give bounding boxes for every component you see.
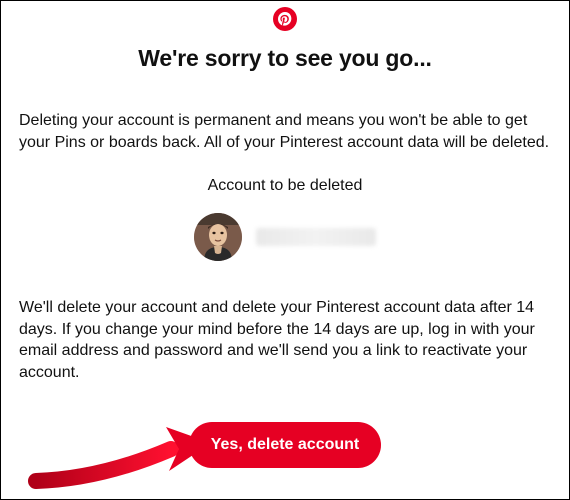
pinterest-logo-icon — [273, 7, 297, 31]
confirm-delete-button[interactable]: Yes, delete account — [189, 422, 382, 468]
username-redacted — [256, 228, 376, 246]
avatar — [194, 213, 242, 261]
delete-account-dialog: We're sorry to see you go... Deleting yo… — [0, 0, 570, 500]
account-section-label: Account to be deleted — [19, 177, 551, 195]
account-row — [19, 213, 551, 261]
permanent-warning-text: Deleting your account is permanent and m… — [19, 110, 551, 153]
dialog-heading: We're sorry to see you go... — [19, 45, 551, 72]
button-row: Yes, delete account — [19, 422, 551, 468]
logo-row — [19, 7, 551, 31]
grace-period-text: We'll delete your account and delete you… — [19, 297, 551, 383]
